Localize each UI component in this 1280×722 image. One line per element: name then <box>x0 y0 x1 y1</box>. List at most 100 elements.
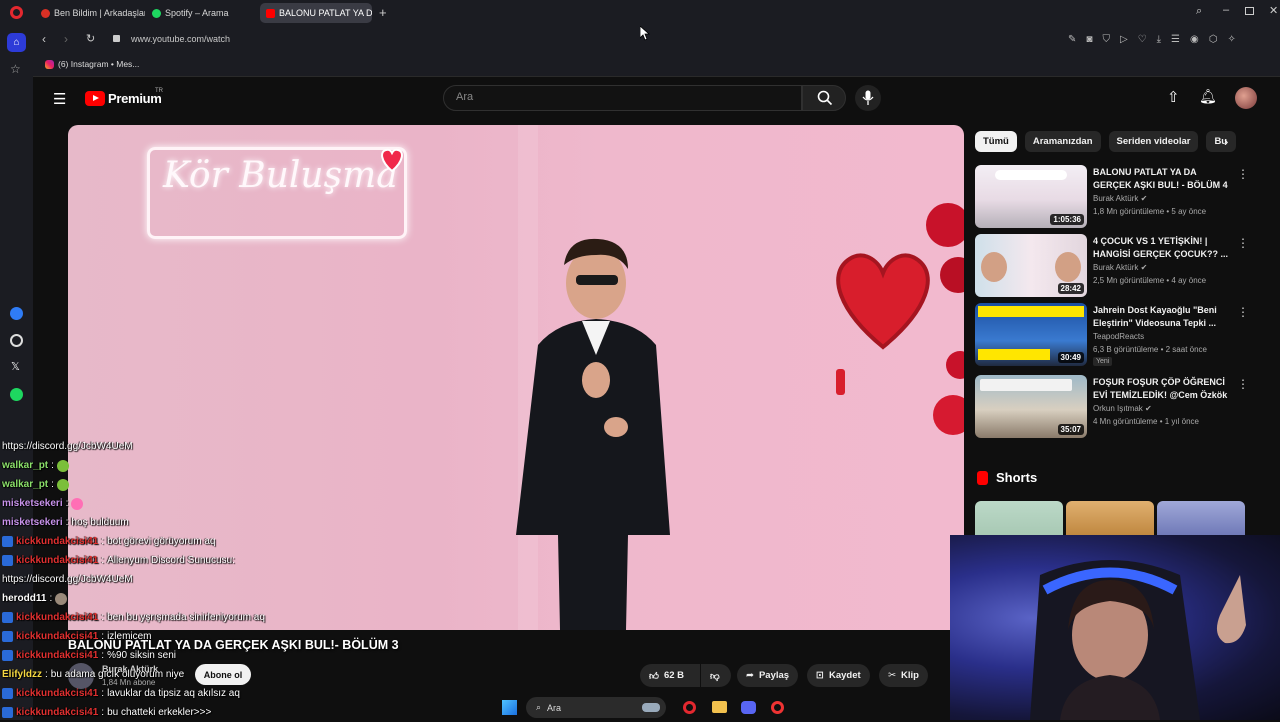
video-title[interactable]: FOŞUR FOŞUR ÇÖP ÖĞRENCİ EVİ TEMİZLEDİK! … <box>1093 376 1229 401</box>
channel-name[interactable]: Burak Aktürk ✔︎ <box>1093 194 1147 203</box>
heart-icon[interactable]: ♡ <box>1138 34 1147 45</box>
short-thumbnail[interactable] <box>1157 501 1245 535</box>
short-thumbnail[interactable] <box>975 501 1063 535</box>
edit-icon[interactable]: ✎ <box>1068 34 1076 45</box>
share-icon: ➦ <box>746 670 754 681</box>
camera-icon[interactable]: ◙ <box>1086 34 1092 45</box>
video-duration: 30:49 <box>1057 352 1084 363</box>
opera-taskbar-icon[interactable] <box>683 701 696 714</box>
forward-icon[interactable]: › <box>64 32 68 46</box>
presenter-figure <box>516 238 670 630</box>
short-thumbnail[interactable] <box>1066 501 1154 535</box>
home-icon[interactable]: ⌂ <box>7 33 26 52</box>
tab-ben-bildim[interactable]: Ben Bildim | Arkadaşlarınla <box>35 3 145 23</box>
voice-search-button[interactable] <box>855 85 881 111</box>
recommendation-item[interactable]: 28:42 4 ÇOCUK VS 1 YETİŞKİN! | HANGİSİ G… <box>975 234 1249 298</box>
chip-series[interactable]: Seriden videolar <box>1108 131 1199 152</box>
opera-logo-icon[interactable] <box>10 6 23 19</box>
spotify-icon[interactable] <box>10 388 23 401</box>
download-icon[interactable]: ⤓ <box>1157 34 1161 45</box>
chip-more[interactable]: Bu <box>1206 131 1237 152</box>
youtube-brand[interactable]: Premium <box>108 91 162 106</box>
chat-separator: : <box>101 650 105 661</box>
upload-icon[interactable]: ⇧ <box>1167 88 1180 106</box>
search-input[interactable] <box>456 91 776 103</box>
chat-message: walkar_pt: <box>2 475 422 494</box>
video-title[interactable]: Jahrein Dost Kayaoğlu "Beni Eleştirin" V… <box>1093 304 1229 329</box>
video-title[interactable]: BALONU PATLAT YA DA GERÇEK AŞKI BUL! - B… <box>1093 166 1229 191</box>
clip-button[interactable]: ✂ Klip <box>879 664 928 687</box>
chat-separator: : <box>101 536 105 547</box>
tab-bar: Ben Bildim | Arkadaşlarınla Spotify – Ar… <box>33 0 1280 26</box>
video-meta: 1,8 Mn görüntüleme • 5 ay önce <box>1093 207 1207 216</box>
bookmark-instagram[interactable]: (6) Instagram • Mes... <box>45 59 139 69</box>
search-tabs-icon[interactable]: ⌕ <box>1196 5 1202 18</box>
channel-name[interactable]: Orkun Işıtmak ✔︎ <box>1093 404 1152 413</box>
chevron-right-icon[interactable]: › <box>1224 134 1228 149</box>
chat-separator: : <box>101 707 105 718</box>
more-options-icon[interactable]: ⋮ <box>1237 236 1249 250</box>
more-options-icon[interactable]: ⋮ <box>1237 377 1249 391</box>
chip-from-search[interactable]: Aramanızdan <box>1024 131 1101 152</box>
more-options-icon[interactable]: ⋮ <box>1237 305 1249 319</box>
maximize-icon[interactable] <box>1245 7 1254 15</box>
recommendation-item[interactable]: 30:49 Jahrein Dost Kayaoğlu "Beni Eleşti… <box>975 303 1249 367</box>
play-icon[interactable]: ▷ <box>1120 34 1128 45</box>
search-button[interactable] <box>802 85 846 111</box>
chat-message: kickkundakcisi41: %90 siksin seni <box>2 646 422 665</box>
chat-separator: : <box>101 631 105 642</box>
minimize-icon[interactable]: – <box>1223 4 1229 16</box>
thumbnail-face <box>1055 252 1081 282</box>
x-twitter-icon[interactable]: 𝕏 <box>11 360 20 373</box>
avatar[interactable] <box>1235 87 1257 109</box>
discord-icon[interactable] <box>741 701 756 714</box>
chip-all[interactable]: Tümü <box>975 131 1017 152</box>
whatsapp-icon[interactable] <box>10 334 23 347</box>
messenger-icon[interactable] <box>10 307 23 320</box>
opera-gx-icon[interactable] <box>771 701 784 714</box>
video-thumbnail[interactable]: 30:49 <box>975 303 1087 366</box>
channel-name[interactable]: Burak Aktürk ✔︎ <box>1093 263 1147 272</box>
share-button[interactable]: ➦ Paylaş <box>737 664 799 687</box>
youtube-logo-icon[interactable] <box>85 91 105 106</box>
profile-icon[interactable]: ◉ <box>1190 34 1199 45</box>
video-thumbnail[interactable]: 28:42 <box>975 234 1087 297</box>
hamburger-menu-icon[interactable]: ☰ <box>53 90 66 108</box>
windows-start-icon[interactable] <box>502 700 517 715</box>
windows-taskbar: ⌕ Ara <box>420 695 800 720</box>
video-title[interactable]: 4 ÇOCUK VS 1 YETİŞKİN! | HANGİSİ GERÇEK … <box>1093 235 1229 260</box>
dislike-button[interactable]: 👎︎ <box>701 664 731 687</box>
video-meta: 6,3 B görüntüleme • 2 saat önce <box>1093 345 1207 354</box>
more-options-icon[interactable]: ⋮ <box>1237 167 1249 181</box>
url-field[interactable]: www.youtube.com/watch <box>131 34 230 44</box>
back-icon[interactable]: ‹ <box>42 32 46 46</box>
shield-icon[interactable]: ⛉ <box>1102 34 1110 45</box>
aria-icon[interactable]: ✧ <box>1227 34 1235 45</box>
menu-icon[interactable]: ☰ <box>1171 34 1180 45</box>
new-tab-icon[interactable]: + <box>379 5 387 20</box>
video-duration: 1:05:36 <box>1050 214 1084 225</box>
save-button[interactable]: ⊡ Kaydet <box>807 664 870 687</box>
video-thumbnail[interactable]: 35:07 <box>975 375 1087 438</box>
extension-icon[interactable]: ⬡ <box>1209 34 1218 45</box>
recommendation-item[interactable]: 1:05:36 BALONU PATLAT YA DA GERÇEK AŞKI … <box>975 165 1249 229</box>
bookmarks-star-icon[interactable]: ☆ <box>10 62 21 76</box>
recommendation-item[interactable]: 35:07 FOŞUR FOŞUR ÇÖP ÖĞRENCİ EVİ TEMİZL… <box>975 375 1249 439</box>
notifications-bell-icon[interactable]: 🔔︎ <box>1199 88 1217 105</box>
widget-icon[interactable] <box>642 703 660 712</box>
video-thumbnail[interactable]: 1:05:36 <box>975 165 1087 228</box>
chat-separator: : <box>65 517 69 528</box>
channel-label: Burak Aktürk <box>1093 194 1139 203</box>
chat-badge-icon <box>2 688 13 699</box>
file-explorer-icon[interactable] <box>712 701 727 713</box>
like-count: 62 B <box>663 670 685 681</box>
close-window-icon[interactable]: ✕ <box>1269 4 1278 17</box>
channel-name[interactable]: TeapodReacts <box>1093 332 1144 341</box>
thumbnail-face <box>981 252 1007 282</box>
reload-icon[interactable]: ↻ <box>86 32 95 45</box>
like-button[interactable]: 👍︎ 62 B <box>640 664 700 687</box>
chat-separator: : <box>101 688 105 699</box>
tab-youtube[interactable]: BALONU PATLAT YA DA G <box>260 3 372 23</box>
chat-message: kickkundakcisi41: Alienyum Discord Sunucu… <box>2 551 422 570</box>
tab-spotify[interactable]: Spotify – Arama <box>146 3 256 23</box>
